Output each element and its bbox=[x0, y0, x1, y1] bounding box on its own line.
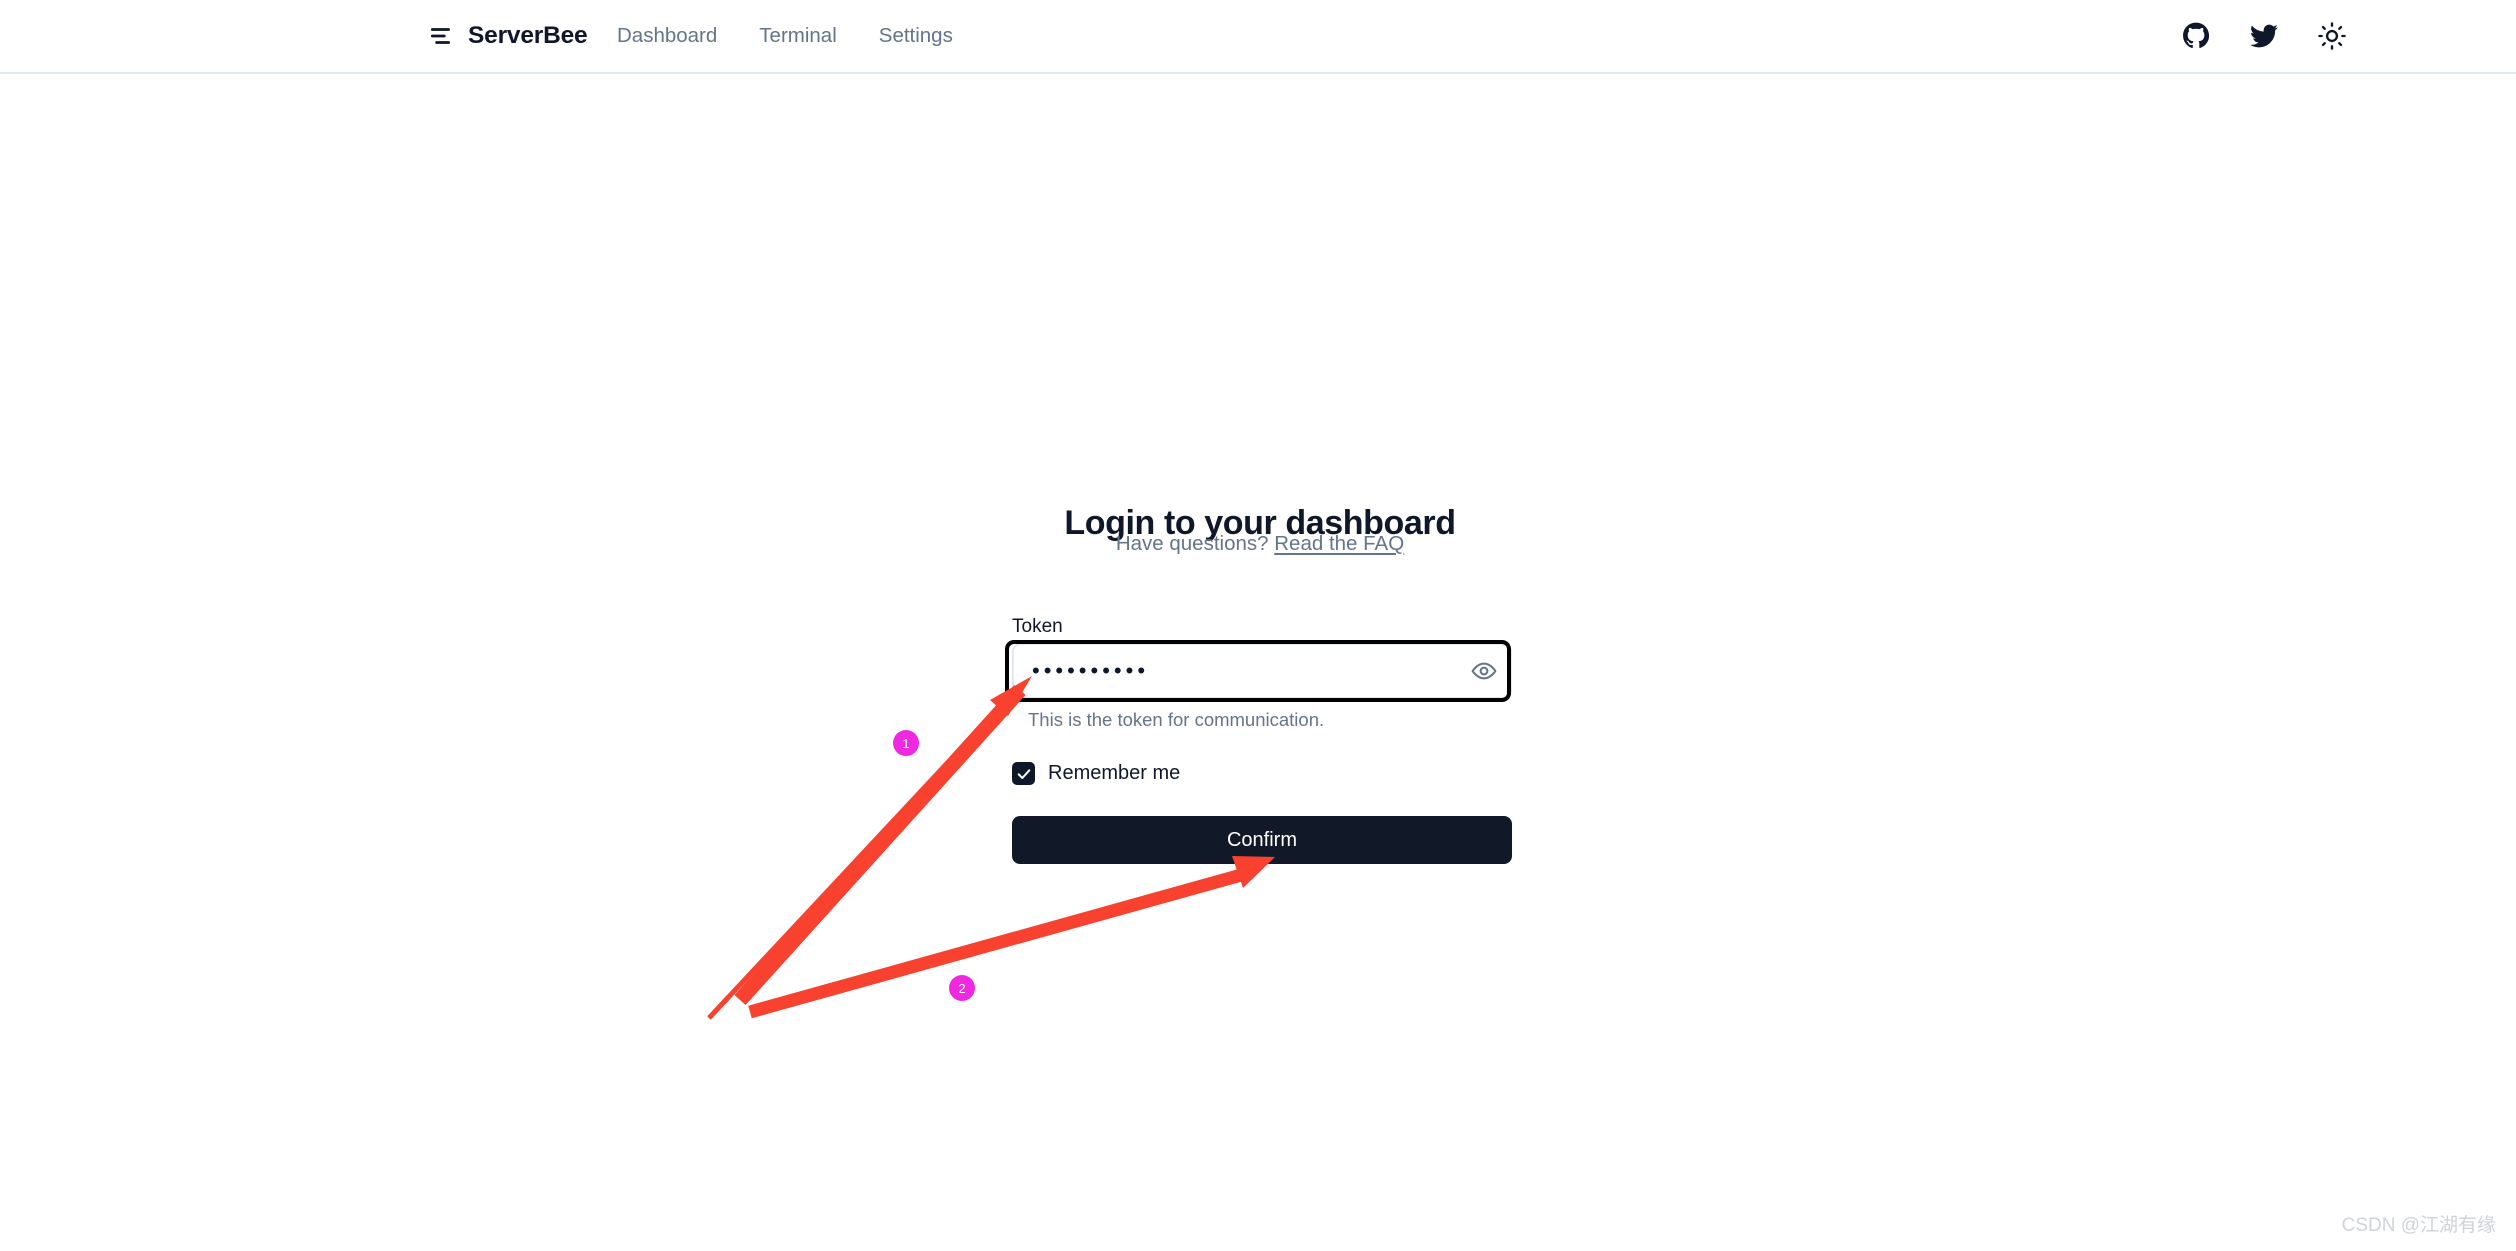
eye-visibility-icon[interactable] bbox=[1458, 644, 1510, 698]
remember-me-checkbox[interactable] bbox=[1012, 762, 1035, 785]
github-icon[interactable] bbox=[2182, 22, 2210, 50]
subtitle-text: Have questions? bbox=[1115, 532, 1269, 555]
page-root: ServerBee Dashboard Terminal Settings Lo… bbox=[0, 0, 2516, 1251]
token-input-value[interactable]: •••••••••• bbox=[1014, 660, 1458, 682]
sun-theme-toggle-icon[interactable] bbox=[2318, 22, 2346, 50]
confirm-button[interactable]: Confirm bbox=[1012, 816, 1512, 864]
token-label: Token bbox=[1012, 616, 1063, 637]
app-header: ServerBee Dashboard Terminal Settings bbox=[0, 0, 2516, 74]
header-icon-group bbox=[2182, 0, 2346, 72]
remember-me-label: Remember me bbox=[1048, 762, 1181, 784]
nav-link-dashboard[interactable]: Dashboard bbox=[617, 24, 717, 48]
faq-link[interactable]: Read the FAQ bbox=[1274, 532, 1404, 555]
watermark: CSDN @江湖有缘 bbox=[2341, 1215, 2496, 1236]
nav-link-settings[interactable]: Settings bbox=[879, 24, 953, 48]
main-nav: Dashboard Terminal Settings bbox=[617, 0, 953, 72]
token-help-text: This is the token for communication. bbox=[1028, 709, 1325, 730]
twitter-icon[interactable] bbox=[2250, 22, 2278, 50]
brand[interactable]: ServerBee bbox=[428, 0, 588, 72]
subtitle: Have questions? Read the FAQ bbox=[1010, 532, 1510, 556]
checkmark-icon bbox=[1017, 768, 1030, 779]
token-input[interactable]: •••••••••• bbox=[1012, 643, 1512, 699]
nav-link-terminal[interactable]: Terminal bbox=[759, 24, 836, 48]
remember-me-row[interactable]: Remember me bbox=[1012, 762, 1180, 785]
stacked-lines-logo-icon bbox=[428, 23, 454, 49]
brand-name: ServerBee bbox=[468, 22, 588, 49]
